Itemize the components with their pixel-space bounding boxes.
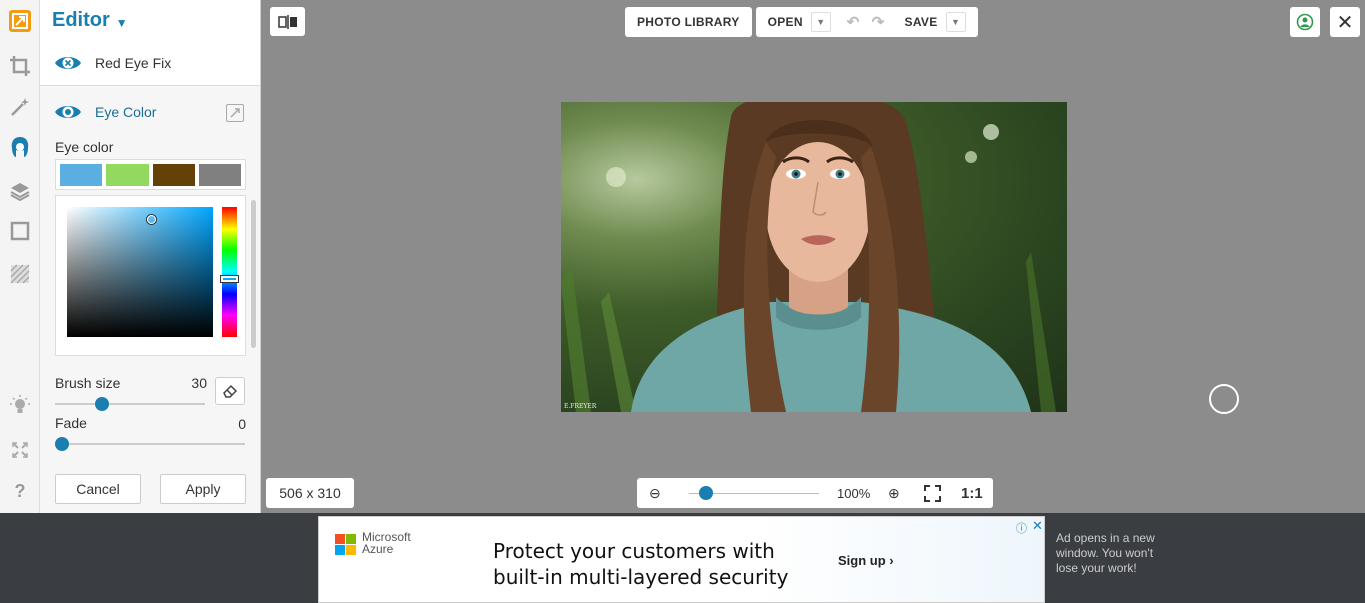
beauty-icon[interactable] (8, 135, 32, 159)
top-toolbar: PHOTO LIBRARY OPEN ▼ ↶ ↷ SAVE ▼ (625, 7, 978, 37)
portrait-image: E.FREYER (561, 102, 1067, 412)
ad-headline: Protect your customers with built-in mul… (493, 538, 813, 590)
swatch-list (55, 159, 246, 190)
save-button[interactable]: SAVE (905, 15, 938, 29)
zoom-out-icon[interactable]: ⊖ (649, 485, 661, 502)
photo-library-button[interactable]: PHOTO LIBRARY (625, 7, 752, 37)
ad-banner[interactable]: Microsoft Azure Protect your customers w… (318, 516, 1045, 603)
tool-rail: ? (0, 0, 40, 513)
fade-label: Fade (55, 415, 87, 431)
eye-icon[interactable] (54, 54, 82, 72)
compare-icon (278, 14, 298, 30)
saturation-area[interactable] (67, 207, 213, 337)
image-dimensions: 506 x 310 (266, 478, 354, 508)
crop-icon[interactable] (8, 54, 32, 78)
app-logo-icon[interactable] (8, 9, 32, 33)
brush-size-track[interactable] (55, 403, 205, 405)
edited-photo[interactable]: E.FREYER (561, 102, 1067, 412)
open-dropdown-icon[interactable]: ▼ (811, 12, 831, 32)
panel-title: Editor (52, 9, 110, 32)
undo-icon[interactable]: ↶ (847, 13, 860, 31)
canvas-area: PHOTO LIBRARY OPEN ▼ ↶ ↷ SAVE ▼ ✕ (261, 0, 1365, 513)
fade-track[interactable] (55, 443, 245, 445)
ad-brand-line: Azure (362, 543, 411, 555)
texture-icon[interactable] (8, 262, 32, 286)
swatch-gray[interactable] (199, 164, 241, 186)
chevron-down-icon: ▼ (116, 16, 128, 30)
layers-icon[interactable] (8, 179, 32, 203)
hue-handle[interactable] (221, 276, 238, 282)
microsoft-logo-icon (335, 534, 356, 555)
photo-library-label: PHOTO LIBRARY (637, 15, 740, 29)
zoom-value: 100% (837, 486, 870, 501)
account-icon (1296, 13, 1314, 31)
ad-bar: Microsoft Azure Protect your customers w… (0, 513, 1365, 603)
brush-cursor (1209, 384, 1239, 414)
zoom-in-icon[interactable]: ⊕ (888, 485, 900, 502)
saturation-handle[interactable] (147, 215, 156, 224)
fullscreen-icon[interactable] (8, 438, 32, 462)
help-icon[interactable]: ? (8, 479, 32, 503)
tool-label: Red Eye Fix (95, 55, 171, 71)
color-picker (55, 195, 246, 356)
open-button[interactable]: OPEN (768, 15, 803, 29)
close-icon: ✕ (1337, 10, 1354, 35)
bulb-icon[interactable] (8, 393, 32, 417)
watermark-text: E.FREYER (564, 403, 597, 410)
panel-header[interactable]: Editor ▼ (40, 0, 260, 42)
ad-info-icon[interactable]: ⓘ (1016, 520, 1027, 536)
fit-screen-icon[interactable] (924, 485, 941, 502)
zoom-knob[interactable] (699, 486, 713, 500)
fade-knob[interactable] (55, 437, 69, 451)
compare-button[interactable] (270, 7, 305, 36)
eraser-icon (222, 383, 238, 399)
editor-panel: Editor ▼ Red Eye Fix Eye Color Eye color… (40, 0, 261, 513)
brush-size-value: 30 (167, 375, 207, 391)
eraser-button[interactable] (215, 377, 245, 405)
fade-value: 0 (206, 416, 246, 432)
tool-label: Eye Color (95, 104, 156, 120)
account-button[interactable] (1290, 7, 1320, 37)
swatch-blue[interactable] (60, 164, 102, 186)
swatch-brown[interactable] (153, 164, 195, 186)
swatch-green[interactable] (106, 164, 148, 186)
ad-signup-link[interactable]: Sign up › (838, 553, 894, 568)
frame-icon[interactable] (8, 219, 32, 243)
panel-scrollbar[interactable] (251, 200, 256, 348)
brush-size-knob[interactable] (95, 397, 109, 411)
magic-wand-icon[interactable] (8, 95, 32, 119)
zoom-bar: ⊖ 100% ⊕ 1:1 (637, 478, 993, 508)
ad-close-icon[interactable]: ✕ (1032, 518, 1043, 534)
brush-size-label: Brush size (55, 375, 120, 391)
reset-icon[interactable] (226, 104, 244, 122)
tool-red-eye-fix[interactable]: Red Eye Fix (40, 40, 260, 86)
actual-size-button[interactable]: 1:1 (961, 485, 983, 502)
apply-button[interactable]: Apply (160, 474, 246, 504)
hue-slider[interactable] (222, 207, 237, 337)
redo-icon[interactable]: ↷ (872, 13, 885, 31)
ad-note: Ad opens in a new window. You won't lose… (1056, 531, 1156, 576)
ad-brand: Microsoft Azure (362, 531, 411, 555)
eye-icon[interactable] (54, 103, 82, 121)
cancel-button[interactable]: Cancel (55, 474, 141, 504)
file-actions: OPEN ▼ ↶ ↷ SAVE ▼ (756, 7, 978, 37)
eye-color-label: Eye color (55, 139, 113, 155)
save-dropdown-icon[interactable]: ▼ (946, 12, 966, 32)
close-button[interactable]: ✕ (1330, 7, 1360, 37)
